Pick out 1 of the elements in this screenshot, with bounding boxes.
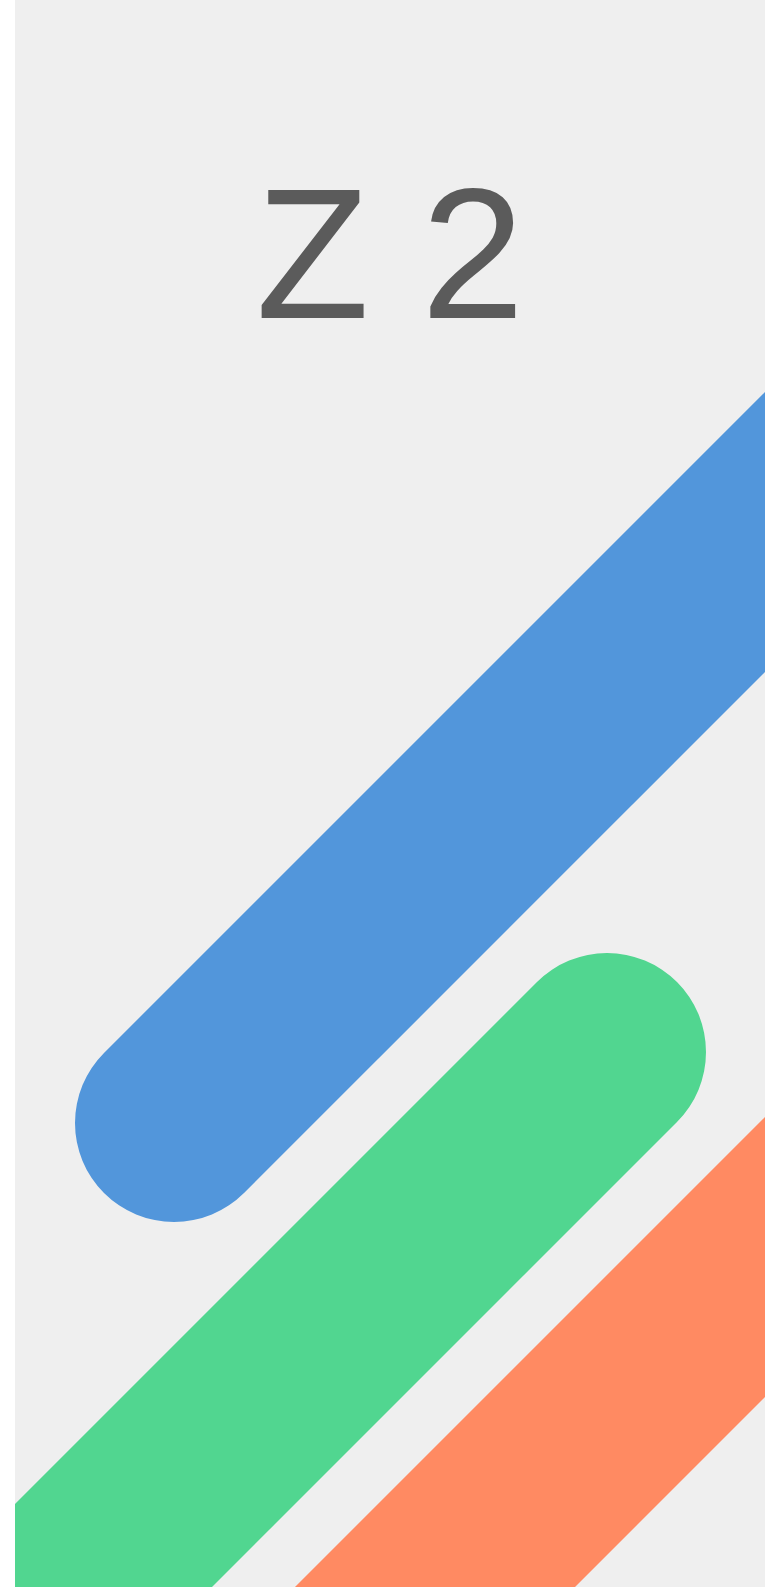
logo-text: Z 2 bbox=[254, 149, 526, 359]
